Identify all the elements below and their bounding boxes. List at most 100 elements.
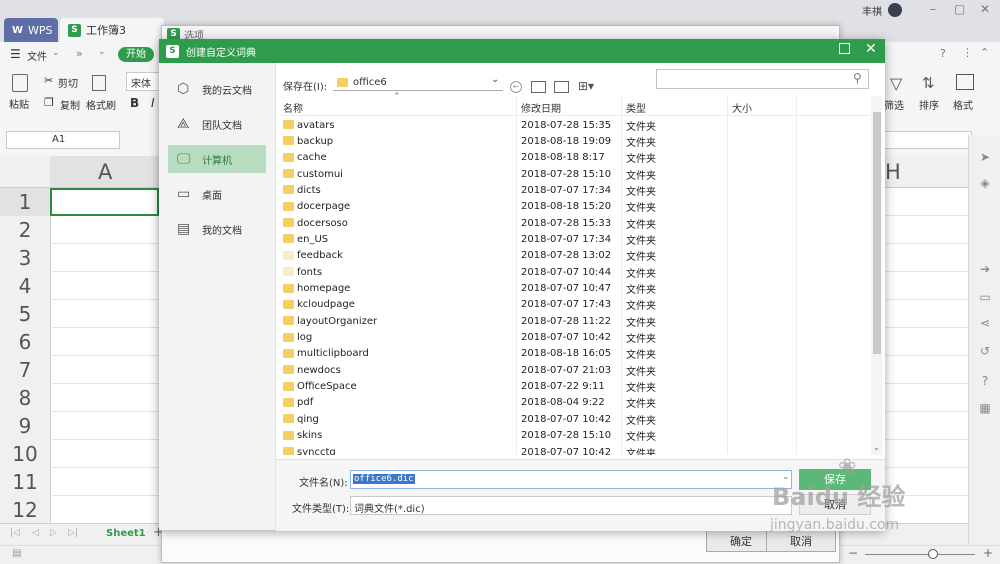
file-row[interactable]: homepage 2018-07-07 10:47 文件夹	[283, 281, 868, 297]
folder-icon	[283, 348, 294, 358]
file-row[interactable]: en_US 2018-07-07 17:34 文件夹	[283, 231, 868, 247]
zoom-slider-handle[interactable]	[928, 549, 938, 559]
folder-icon	[283, 365, 294, 375]
file-date: 2018-07-28 15:33	[521, 217, 612, 229]
scroll-down-icon[interactable]: ⌄	[873, 443, 880, 452]
last-sheet-icon[interactable]: ▷|	[68, 528, 78, 538]
file-type: 文件夹	[626, 285, 656, 296]
filetype-value: 词典文件(*.dic)	[354, 504, 425, 515]
folder-icon	[283, 381, 294, 391]
file-date: 2018-08-04 9:22	[521, 397, 605, 409]
file-date: 2018-08-18 8:17	[521, 152, 605, 164]
folder-icon	[283, 414, 294, 424]
file-row[interactable]: qing 2018-07-07 10:42 文件夹	[283, 411, 868, 427]
sheet-tab-sheet1[interactable]: Sheet1	[106, 528, 146, 539]
prev-sheet-icon[interactable]: ◁	[32, 528, 39, 538]
folder-icon	[283, 201, 294, 211]
file-row[interactable]: layoutOrganizer 2018-07-28 11:22 文件夹	[283, 313, 868, 329]
file-row[interactable]: OfficeSpace 2018-07-22 9:11 文件夹	[283, 379, 868, 395]
file-type: 文件夹	[626, 203, 656, 215]
file-row[interactable]: skins 2018-07-28 15:10 文件夹	[283, 428, 868, 444]
file-row[interactable]: newdocs 2018-07-07 21:03 文件夹	[283, 362, 868, 378]
file-row[interactable]: multiclipboard 2018-08-18 16:05 文件夹	[283, 346, 868, 362]
row-header[interactable]: 12	[0, 496, 51, 524]
file-row[interactable]: fonts 2018-07-07 10:44 文件夹	[283, 264, 868, 280]
file-row[interactable]: docerpage 2018-08-18 15:20 文件夹	[283, 199, 868, 215]
file-type: 文件夹	[626, 219, 656, 231]
file-name: backup	[297, 135, 334, 147]
file-name: cache	[297, 152, 327, 164]
filename-value: office6.dic	[353, 474, 415, 484]
file-row[interactable]: cache 2018-08-18 8:17 文件夹	[283, 150, 868, 166]
folder-icon	[283, 299, 294, 309]
folder-icon	[283, 250, 294, 260]
file-name: docersoso	[297, 217, 348, 229]
options-cancel-button[interactable]: 取消	[766, 530, 836, 552]
file-type: 文件夹	[626, 121, 656, 133]
cancel-button[interactable]: 取消	[799, 494, 871, 515]
file-date: 2018-08-18 19:09	[521, 135, 612, 147]
file-name: log	[297, 332, 313, 344]
file-name: feedback	[297, 250, 343, 262]
file-type: 文件夹	[626, 366, 656, 378]
file-row[interactable]: syncctg 2018-07-07 10:42 文件夹	[283, 444, 868, 455]
folder-icon	[283, 430, 294, 440]
scrollbar-thumb[interactable]	[873, 112, 881, 354]
file-name: homepage	[297, 283, 351, 294]
first-sheet-icon[interactable]: |◁	[10, 528, 20, 538]
file-row[interactable]: log 2018-07-07 10:42 文件夹	[283, 330, 868, 346]
file-row[interactable]: customui 2018-07-28 15:10 文件夹	[283, 166, 868, 182]
file-name: qing	[297, 413, 319, 425]
file-type: 文件夹	[626, 186, 656, 198]
filename-input[interactable]: office6.dic	[350, 470, 792, 489]
folder-icon	[283, 447, 294, 455]
chevron-down-icon[interactable]: ⌄	[782, 472, 790, 482]
next-sheet-icon[interactable]: ▷	[50, 528, 57, 538]
save-button[interactable]: 保存	[799, 469, 871, 490]
file-date: 2018-07-07 10:42	[521, 332, 612, 344]
file-row[interactable]: dicts 2018-07-07 17:34 文件夹	[283, 182, 868, 198]
file-date: 2018-07-28 15:10	[521, 430, 612, 442]
file-row[interactable]: backup 2018-08-18 19:09 文件夹	[283, 133, 868, 149]
file-type: 文件夹	[626, 235, 656, 247]
file-name: docerpage	[297, 201, 351, 213]
filetype-label: 文件类型(T):	[292, 504, 350, 515]
file-row[interactable]: docersoso 2018-07-28 15:33 文件夹	[283, 215, 868, 231]
status-icon: ▤	[12, 548, 22, 559]
file-name: layoutOrganizer	[297, 315, 378, 327]
folder-icon	[283, 267, 294, 277]
file-name: kcloudpage	[297, 299, 355, 311]
file-type: 文件夹	[626, 432, 656, 444]
zoom-in-icon[interactable]: +	[983, 546, 993, 560]
zoom-out-icon[interactable]: −	[848, 546, 858, 560]
folder-icon	[283, 397, 294, 407]
row-header[interactable]: 11	[0, 468, 51, 496]
folder-icon	[283, 316, 294, 326]
file-name: multiclipboard	[297, 348, 369, 360]
file-row[interactable]: feedback 2018-07-28 13:02 文件夹	[283, 248, 868, 264]
folder-icon	[283, 332, 294, 342]
zoom-slider[interactable]	[865, 554, 975, 555]
filetype-select[interactable]: 词典文件(*.dic)	[350, 496, 792, 515]
file-date: 2018-07-07 10:42	[521, 446, 612, 456]
folder-icon	[283, 136, 294, 146]
file-row[interactable]: kcloudpage 2018-07-07 17:43 文件夹	[283, 297, 868, 313]
file-type: 文件夹	[626, 301, 656, 313]
file-date: 2018-07-28 13:02	[521, 250, 612, 262]
folder-icon	[283, 169, 294, 179]
file-date: 2018-07-22 9:11	[521, 381, 605, 393]
file-type: 文件夹	[626, 334, 656, 346]
file-date: 2018-07-07 21:03	[521, 364, 612, 376]
file-row[interactable]: pdf 2018-08-04 9:22 文件夹	[283, 395, 868, 411]
file-date: 2018-07-28 15:10	[521, 168, 612, 180]
folder-icon	[283, 283, 294, 293]
file-date: 2018-07-28 15:35	[521, 119, 612, 131]
file-type: 文件夹	[626, 350, 656, 362]
file-type: 文件夹	[626, 415, 656, 427]
filename-label: 文件名(N):	[299, 478, 348, 489]
file-date: 2018-07-07 10:47	[521, 283, 612, 294]
file-type: 文件夹	[626, 268, 656, 280]
folder-icon	[283, 185, 294, 195]
file-row[interactable]: avatars 2018-07-28 15:35 文件夹	[283, 117, 868, 133]
file-name: fonts	[297, 266, 323, 278]
